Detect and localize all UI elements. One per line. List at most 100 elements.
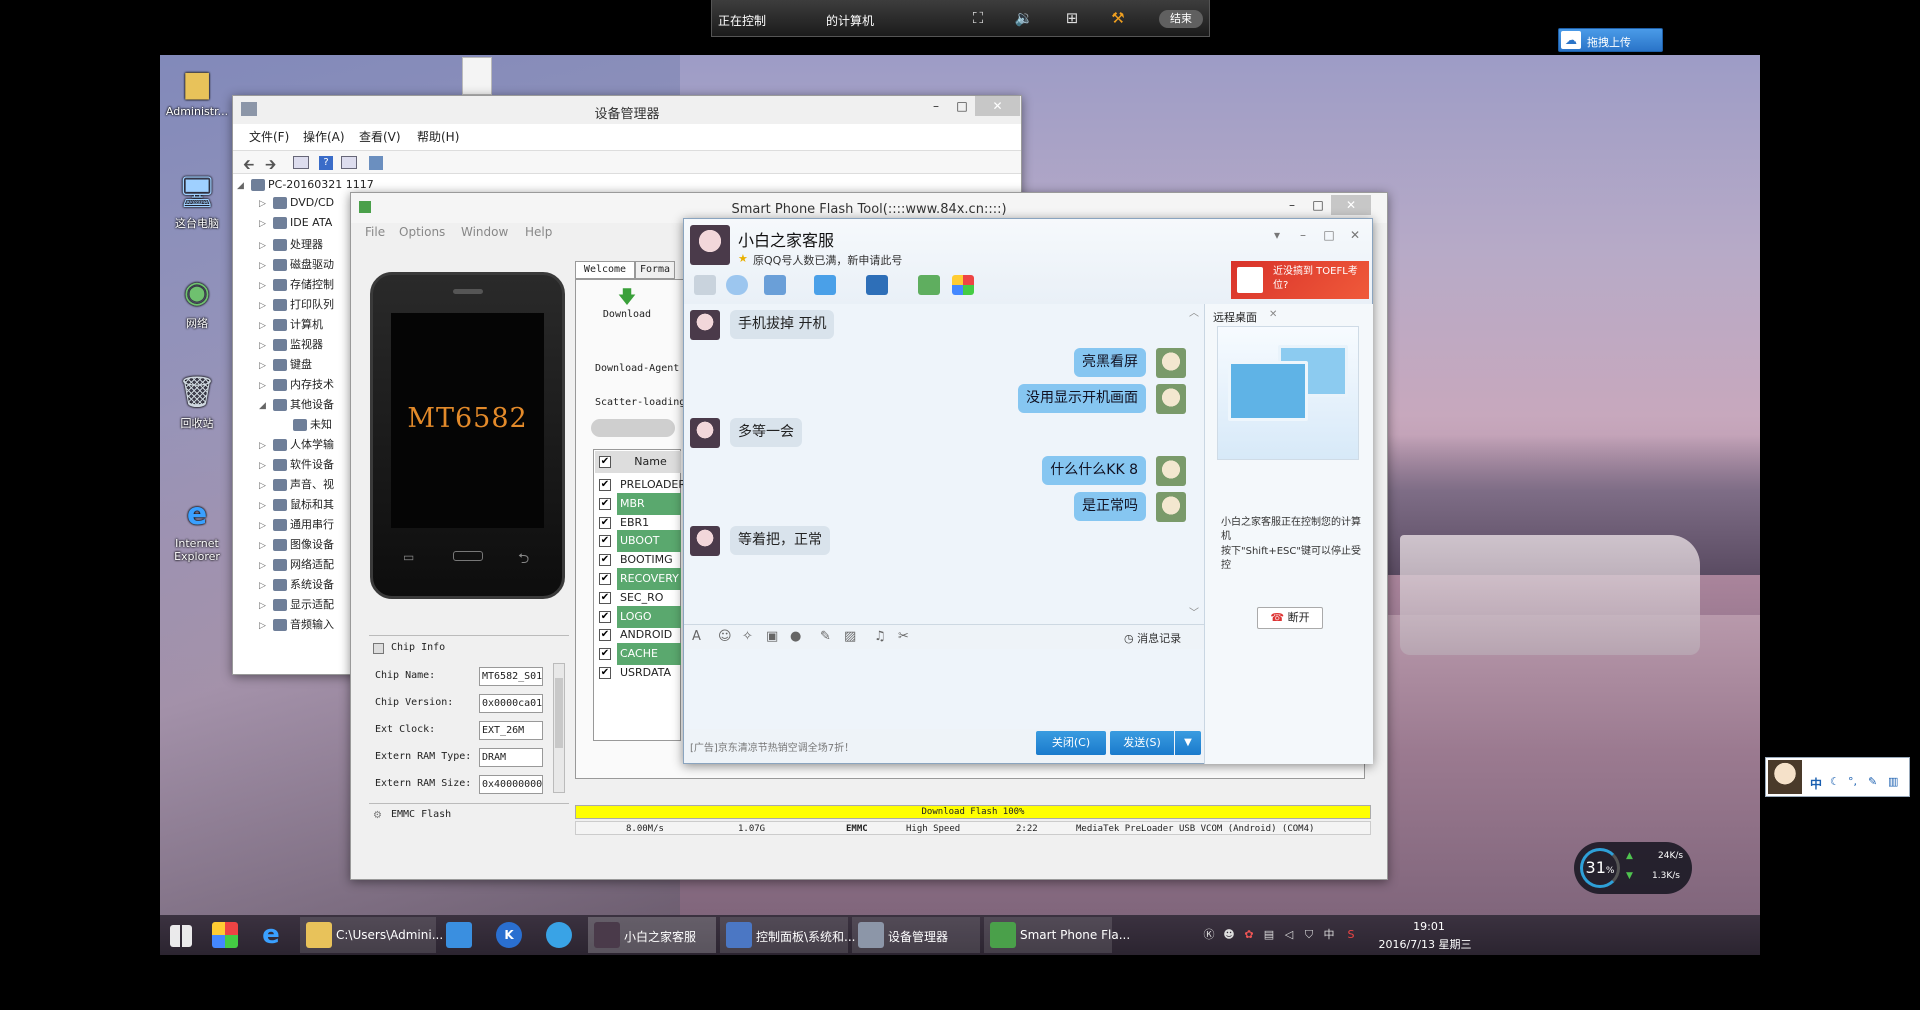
clock-time[interactable]: 19:01 <box>1394 920 1464 933</box>
taskbar-control-panel[interactable]: 控制面板\系统和... <box>720 917 856 953</box>
tree-row[interactable]: ▷ 监视器 <box>259 336 323 354</box>
partition-checkbox[interactable]: ✔ <box>599 610 611 623</box>
ad-banner[interactable]: 近没搞到 TOEFL考位? <box>1231 261 1369 299</box>
maximize-button[interactable]: □ <box>949 96 975 116</box>
tree-row[interactable]: ▷ 通用串行 <box>259 516 334 534</box>
scatter-path-field[interactable] <box>591 419 675 437</box>
window-layout-icon[interactable]: ⊞ <box>1062 9 1082 27</box>
partition-checkbox[interactable]: ✔ <box>599 591 611 604</box>
taskbar-k[interactable]: K <box>490 917 536 953</box>
desktop-icon-admin[interactable]: ▆ Administr... <box>162 63 232 118</box>
send-options-button[interactable]: ▼ <box>1175 731 1201 755</box>
user-icon[interactable]: ▥ <box>1888 775 1898 788</box>
desktop-icon-network[interactable]: ◉ 网络 <box>162 273 232 331</box>
tray-qq-icon[interactable]: ☻ <box>1222 928 1236 942</box>
remote-desktop-icon[interactable] <box>866 275 888 295</box>
tray-shield-icon[interactable]: ⛉ <box>1302 928 1316 942</box>
start-button[interactable] <box>160 917 206 953</box>
tray-antivirus-icon[interactable]: ✿ <box>1242 928 1256 942</box>
contact-avatar[interactable] <box>690 526 720 556</box>
incoming-message[interactable]: 手机拔掉 开机 <box>730 310 835 339</box>
taskbar-qq-chat[interactable]: 小白之家客服 <box>588 917 716 953</box>
expand-right-icon[interactable]: ▷ <box>259 461 273 471</box>
incoming-message[interactable]: 等着把，正常 <box>730 526 830 555</box>
create-group-icon[interactable] <box>918 275 940 295</box>
image-icon[interactable]: ▨ <box>844 629 856 644</box>
emoji-icon[interactable]: ☺ <box>718 629 732 644</box>
maximize-button[interactable]: □ <box>1316 225 1342 245</box>
taskbar-browser[interactable] <box>540 917 586 953</box>
tray-sogou-icon[interactable]: S <box>1344 928 1358 942</box>
tray-network-icon[interactable]: ▤ <box>1262 928 1276 942</box>
chip-field-value[interactable]: 0x0000ca01 <box>479 694 543 713</box>
tab-format[interactable]: Forma <box>635 261 675 279</box>
tree-row[interactable]: ▷ 存储控制 <box>259 276 334 294</box>
chip-info-scrollbar[interactable] <box>553 663 565 793</box>
tree-row[interactable]: ▷ 图像设备 <box>259 536 334 554</box>
taskbar-device-manager[interactable]: 设备管理器 <box>852 917 980 953</box>
outgoing-message[interactable]: 亮黑看屏 <box>1074 348 1146 377</box>
chip-field-value[interactable]: MT6582_S01 <box>479 667 543 686</box>
end-control-button[interactable]: 结束 <box>1159 10 1203 28</box>
menu-file[interactable]: 文件(F) <box>249 128 289 145</box>
desktop-file-icon[interactable] <box>462 57 492 95</box>
close-button[interactable]: ✕ <box>975 96 1020 116</box>
taskbar-bird[interactable] <box>440 917 486 953</box>
apps-icon[interactable] <box>952 275 974 295</box>
desktop-icon-computer[interactable]: 🖥 这台电脑 <box>162 173 232 231</box>
expand-right-icon[interactable]: ▷ <box>259 621 273 631</box>
partition-checkbox[interactable]: ✔ <box>599 516 611 529</box>
share-screen-icon[interactable] <box>764 275 786 295</box>
menu-options[interactable]: Options <box>399 225 445 239</box>
partition-checkbox[interactable]: ✔ <box>599 648 611 661</box>
minimize-button[interactable]: – <box>923 96 949 116</box>
contact-avatar[interactable] <box>690 225 730 265</box>
history-button[interactable]: ◷ 消息记录 <box>1124 630 1181 646</box>
expand-right-icon[interactable]: ▷ <box>259 381 273 391</box>
voice-call-icon[interactable] <box>694 275 716 295</box>
minimize-button[interactable]: – <box>1279 195 1305 215</box>
scrollbar-thumb[interactable] <box>555 678 563 748</box>
moon-icon[interactable]: ☾ <box>1830 775 1840 788</box>
my-avatar[interactable] <box>1156 492 1186 522</box>
desktop-icon-recycle[interactable]: 🗑 回收站 <box>162 373 232 431</box>
my-avatar[interactable] <box>1156 456 1186 486</box>
drag-upload-button[interactable]: ☁ 拖拽上传 <box>1558 28 1663 52</box>
contact-avatar[interactable] <box>690 418 720 448</box>
tree-row[interactable]: 未知 <box>279 416 332 434</box>
tree-row[interactable]: ◢ 其他设备 <box>259 396 334 414</box>
close-button[interactable]: ✕ <box>1331 195 1371 215</box>
expand-right-icon[interactable]: ▷ <box>259 601 273 611</box>
video-call-icon[interactable] <box>726 275 748 295</box>
desktop-icon-ie[interactable]: e Internet Explorer <box>162 495 232 563</box>
tree-row[interactable]: ▷ 音频输入 <box>259 616 334 634</box>
expand-right-icon[interactable]: ▷ <box>259 581 273 591</box>
qq-chat-header[interactable]: 小白之家客服 ★ 原QQ号人数已满，新申请此号 ▾ – □ ✕ 近没搞到 TOE… <box>684 219 1372 304</box>
magic-icon[interactable]: ✧ <box>742 629 753 644</box>
scroll-down-icon[interactable]: ﹀ <box>1189 604 1199 619</box>
dropdown-icon[interactable]: ▾ <box>1264 225 1290 245</box>
partition-checkbox[interactable]: ✔ <box>599 497 611 510</box>
partition-checkbox[interactable]: ✔ <box>599 573 611 585</box>
punctuation-icon[interactable]: °, <box>1848 775 1857 788</box>
pin-icon[interactable]: ⚒ <box>1108 9 1128 27</box>
tree-row[interactable]: ▷ 键盘 <box>259 356 312 374</box>
font-icon[interactable]: A <box>692 629 701 644</box>
send-button[interactable]: 发送(S) <box>1110 731 1174 755</box>
expand-right-icon[interactable]: ▷ <box>259 341 273 351</box>
expand-right-icon[interactable]: ▷ <box>259 521 273 531</box>
contact-avatar[interactable] <box>690 310 720 340</box>
remote-desktop-tab[interactable]: 远程桌面 <box>1213 309 1257 325</box>
my-avatar[interactable] <box>1156 384 1186 414</box>
expand-right-icon[interactable]: ▷ <box>259 441 273 451</box>
chip-field-value[interactable]: DRAM <box>479 748 543 767</box>
taskbar-app-clover[interactable] <box>206 917 252 953</box>
ime-mode[interactable]: 中 <box>1810 775 1822 792</box>
tree-row[interactable]: ▷ 磁盘驱动 <box>259 256 334 274</box>
forward-arrow-icon[interactable]: 🡲 <box>265 154 276 178</box>
tray-volume-icon[interactable]: ◁ <box>1282 928 1296 942</box>
partition-checkbox[interactable]: ✔ <box>599 479 611 491</box>
tray-ime[interactable]: 中 <box>1322 928 1336 942</box>
view-icon[interactable] <box>293 156 309 169</box>
select-all-checkbox[interactable]: ✔ <box>599 456 611 468</box>
